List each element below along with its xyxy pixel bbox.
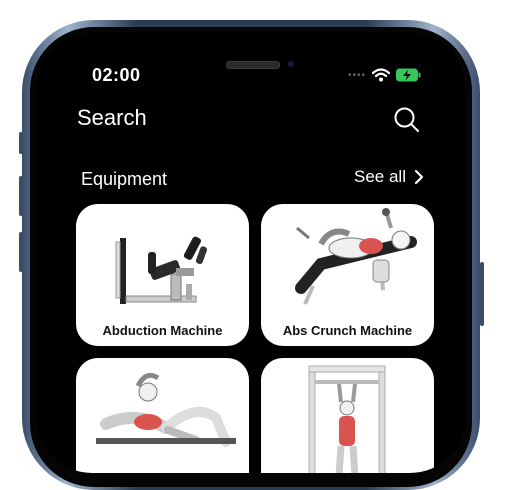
search-icon	[394, 107, 419, 132]
battery-charging-icon	[396, 68, 421, 82]
status-icons: ••••	[348, 67, 422, 83]
phone-side-button	[19, 232, 23, 272]
card-label: Abs Crunch Machine	[282, 323, 413, 338]
exercise-image	[308, 365, 386, 473]
search-button[interactable]	[392, 105, 422, 135]
page-title: Search	[77, 105, 147, 130]
card-label: Abduction Machine	[102, 323, 223, 338]
equipment-card-abs-crunch-machine[interactable]: Abs Crunch Machine	[261, 204, 434, 346]
phone-side-button	[480, 262, 484, 326]
notch	[148, 33, 354, 79]
status-time: 02:00	[92, 65, 141, 85]
front-camera	[288, 61, 294, 67]
abduction-machine-image	[115, 236, 207, 304]
section-title-equipment: Equipment	[81, 169, 168, 189]
abs-crunch-machine-image	[295, 208, 417, 305]
equipment-card[interactable]	[261, 358, 434, 473]
see-all-link[interactable]: See all	[354, 167, 424, 187]
chevron-right-icon	[414, 169, 424, 185]
wifi-icon	[372, 68, 391, 82]
phone-side-button	[19, 176, 23, 216]
phone-side-button	[19, 132, 23, 154]
exercise-image	[96, 372, 236, 447]
see-all-label: See all	[354, 167, 406, 186]
cellular-signal-icon: ••••	[348, 69, 367, 81]
phone-screen: 02:00 •••• Search Equipment See all Abdu…	[36, 33, 466, 473]
equipment-card[interactable]	[76, 358, 249, 473]
equipment-card-abduction-machine[interactable]: Abduction Machine	[76, 204, 249, 346]
speaker	[226, 61, 280, 69]
